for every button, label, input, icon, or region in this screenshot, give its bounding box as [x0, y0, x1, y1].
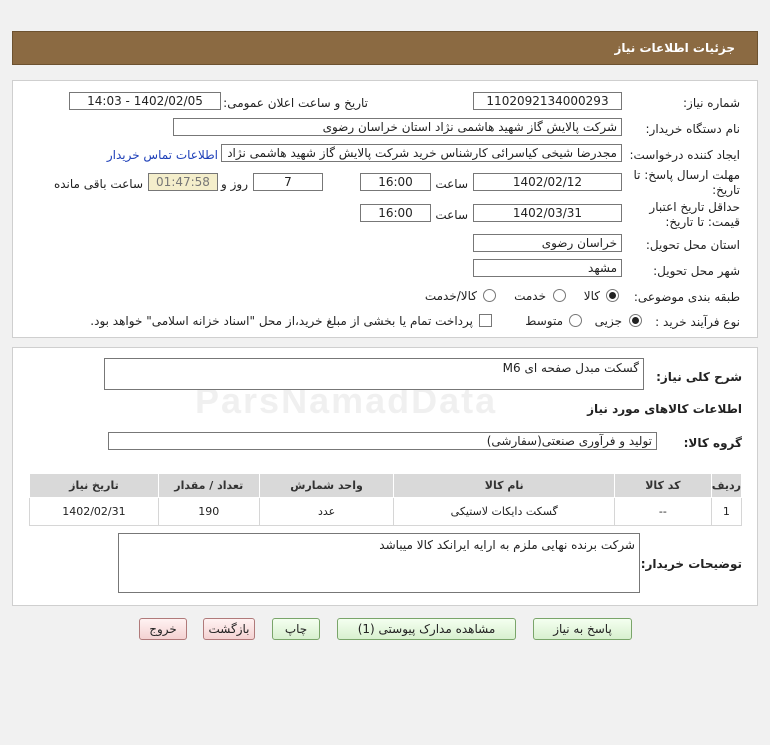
- category-option-goods-service: کالا/خدمت: [424, 289, 477, 303]
- goods-group-label: گروه کالا:: [683, 436, 742, 450]
- deadline-label-line2: تاریخ:: [712, 183, 740, 197]
- col-item-code: کد کالا: [613, 473, 712, 498]
- buyer-contact-link[interactable]: اطلاعات تماس خریدار: [107, 148, 218, 162]
- treasury-payment-note: پرداخت تمام یا بخشی از مبلغ خرید،از محل …: [90, 314, 473, 328]
- remaining-time-field: 01:47:58: [148, 173, 218, 191]
- validity-label-line2: قیمت: تا تاریخ:: [665, 215, 740, 229]
- buyer-org-field: شرکت پالایش گاز شهید هاشمی نژاد استان خر…: [173, 118, 622, 136]
- requester-field: مجدرضا شیخی کیاسرائی کارشناس خرید شرکت پ…: [221, 144, 622, 162]
- print-button[interactable]: چاپ: [272, 618, 320, 640]
- requester-label: ایجاد کننده درخواست:: [629, 148, 740, 162]
- description-label: شرح کلی نیاز:: [656, 370, 742, 384]
- deadline-time-label: ساعت: [435, 177, 468, 191]
- cell-row-number: 1: [710, 497, 743, 526]
- reply-button[interactable]: پاسخ به نیاز: [533, 618, 632, 640]
- col-need-date: تاریخ نیاز: [29, 473, 159, 498]
- category-radio-service[interactable]: [553, 289, 566, 302]
- cell-item-code: --: [613, 497, 712, 526]
- process-option-minor: جزیی: [594, 314, 622, 328]
- page-title: جزئیات اطلاعات نیاز: [614, 41, 735, 55]
- days-field: 7: [253, 173, 323, 191]
- buyer-org-label: نام دستگاه خریدار:: [645, 122, 741, 136]
- validity-date-field: 1402/03/31: [473, 204, 622, 222]
- process-radio-medium[interactable]: [569, 314, 582, 327]
- cell-quantity: 190: [157, 497, 260, 526]
- category-radio-goods[interactable]: [606, 289, 619, 302]
- validity-time-label: ساعت: [435, 208, 468, 222]
- city-label: شهر محل تحویل:: [653, 264, 740, 278]
- category-option-goods: کالا: [583, 289, 600, 303]
- items-heading: اطلاعات کالاهای مورد نیاز: [587, 402, 742, 416]
- table-row: 1 -- گسکت دایکات لاستیکی عدد 190 1402/02…: [29, 497, 743, 526]
- goods-group-field: تولید و فرآوری صنعتی(سفارشی): [108, 432, 657, 450]
- col-unit: واحد شمارش: [258, 473, 395, 498]
- description-field: گسکت مبدل صفحه ای M6: [104, 358, 644, 390]
- view-attachments-button[interactable]: مشاهده مدارک پیوستی (1): [337, 618, 516, 640]
- items-table: ردیف کد کالا نام کالا واحد شمارش تعداد /…: [29, 473, 743, 526]
- col-quantity: تعداد / مقدار: [157, 473, 260, 498]
- remaining-label: ساعت باقی مانده: [53, 177, 143, 191]
- back-button[interactable]: بازگشت: [203, 618, 255, 640]
- cell-unit: عدد: [258, 497, 395, 526]
- exit-button[interactable]: خروج: [139, 618, 187, 640]
- process-type-label: نوع فرآیند خرید :: [655, 315, 740, 329]
- announce-label: تاریخ و ساعت اعلان عمومی:: [223, 96, 368, 110]
- buyer-notes-field: شرکت برنده نهایی ملزم به ارایه ایرانکد ک…: [118, 533, 640, 593]
- table-header-row: ردیف کد کالا نام کالا واحد شمارش تعداد /…: [29, 473, 743, 498]
- deadline-label-line1: مهلت ارسال پاسخ: تا: [633, 168, 740, 182]
- deadline-date-field: 1402/02/12: [473, 173, 622, 191]
- buyer-notes-label: توضیحات خریدار:: [640, 557, 742, 571]
- validity-time-field: 16:00: [360, 204, 431, 222]
- category-option-service: خدمت: [514, 289, 546, 303]
- col-row-number: ردیف: [710, 473, 743, 498]
- need-number-label: شماره نیاز:: [683, 96, 740, 110]
- province-label: استان محل تحویل:: [645, 238, 740, 252]
- announce-datetime-field: 1402/02/05 - 14:03: [69, 92, 221, 110]
- category-label: طبقه بندی موضوعی:: [633, 290, 740, 304]
- city-field: مشهد: [473, 259, 622, 277]
- cell-need-date: 1402/02/31: [29, 497, 159, 526]
- process-radio-minor[interactable]: [629, 314, 642, 327]
- need-number-field: 1102092134000293: [473, 92, 622, 110]
- validity-label-line1: حداقل تاریخ اعتبار: [649, 200, 740, 214]
- treasury-payment-checkbox[interactable]: [479, 314, 492, 327]
- province-field: خراسان رضوی: [473, 234, 622, 252]
- cell-item-name: گسکت دایکات لاستیکی: [393, 497, 615, 526]
- col-item-name: نام کالا: [393, 473, 615, 498]
- process-option-medium: متوسط: [525, 314, 563, 328]
- days-label: روز و: [221, 177, 248, 191]
- category-radio-goods-service[interactable]: [483, 289, 496, 302]
- deadline-time-field: 16:00: [360, 173, 431, 191]
- page-header: جزئیات اطلاعات نیاز: [12, 31, 758, 65]
